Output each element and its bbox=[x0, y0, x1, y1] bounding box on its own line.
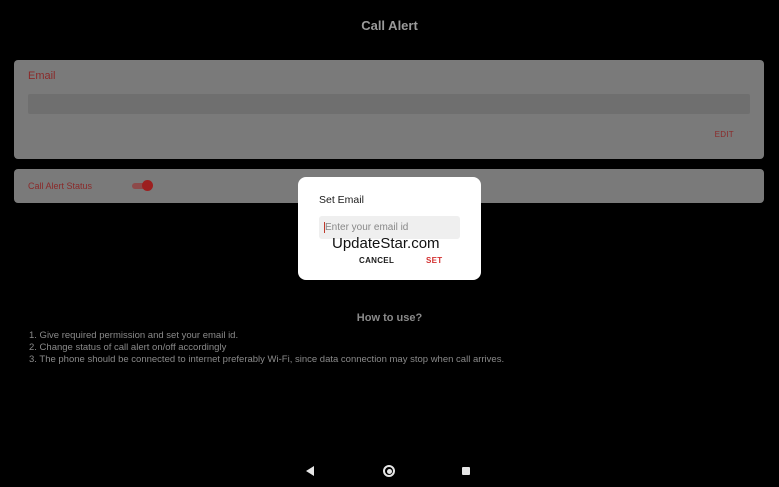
email-card: Email EDIT bbox=[14, 60, 764, 159]
dialog-title: Set Email bbox=[319, 194, 364, 206]
email-value-field bbox=[28, 94, 750, 114]
home-icon[interactable] bbox=[383, 465, 395, 477]
app-title: Call Alert bbox=[361, 18, 418, 33]
instruction-step: 3. The phone should be connected to inte… bbox=[29, 354, 505, 365]
screen: Call Alert Email EDIT Call Alert Status … bbox=[0, 0, 779, 487]
email-label: Email bbox=[28, 70, 56, 82]
instruction-step: 2. Change status of call alert on/off ac… bbox=[29, 342, 227, 353]
cancel-button[interactable]: CANCEL bbox=[359, 256, 394, 265]
instructions-list: 1. Give required permission and set your… bbox=[29, 330, 504, 366]
watermark-text: UpdateStar.com bbox=[332, 235, 440, 252]
set-button[interactable]: SET bbox=[426, 256, 442, 265]
how-to-title: How to use? bbox=[356, 312, 423, 324]
set-email-dialog: Set Email UpdateStar.com CANCEL SET bbox=[298, 177, 481, 280]
text-caret bbox=[324, 222, 325, 233]
recents-icon[interactable] bbox=[462, 467, 470, 475]
call-alert-toggle[interactable] bbox=[132, 180, 154, 191]
toggle-thumb bbox=[142, 180, 153, 191]
navigation-bar bbox=[0, 458, 779, 487]
edit-button[interactable]: EDIT bbox=[715, 130, 734, 139]
back-icon[interactable] bbox=[306, 466, 314, 476]
instruction-step: 1. Give required permission and set your… bbox=[29, 330, 239, 341]
call-alert-status-label: Call Alert Status bbox=[28, 181, 93, 191]
